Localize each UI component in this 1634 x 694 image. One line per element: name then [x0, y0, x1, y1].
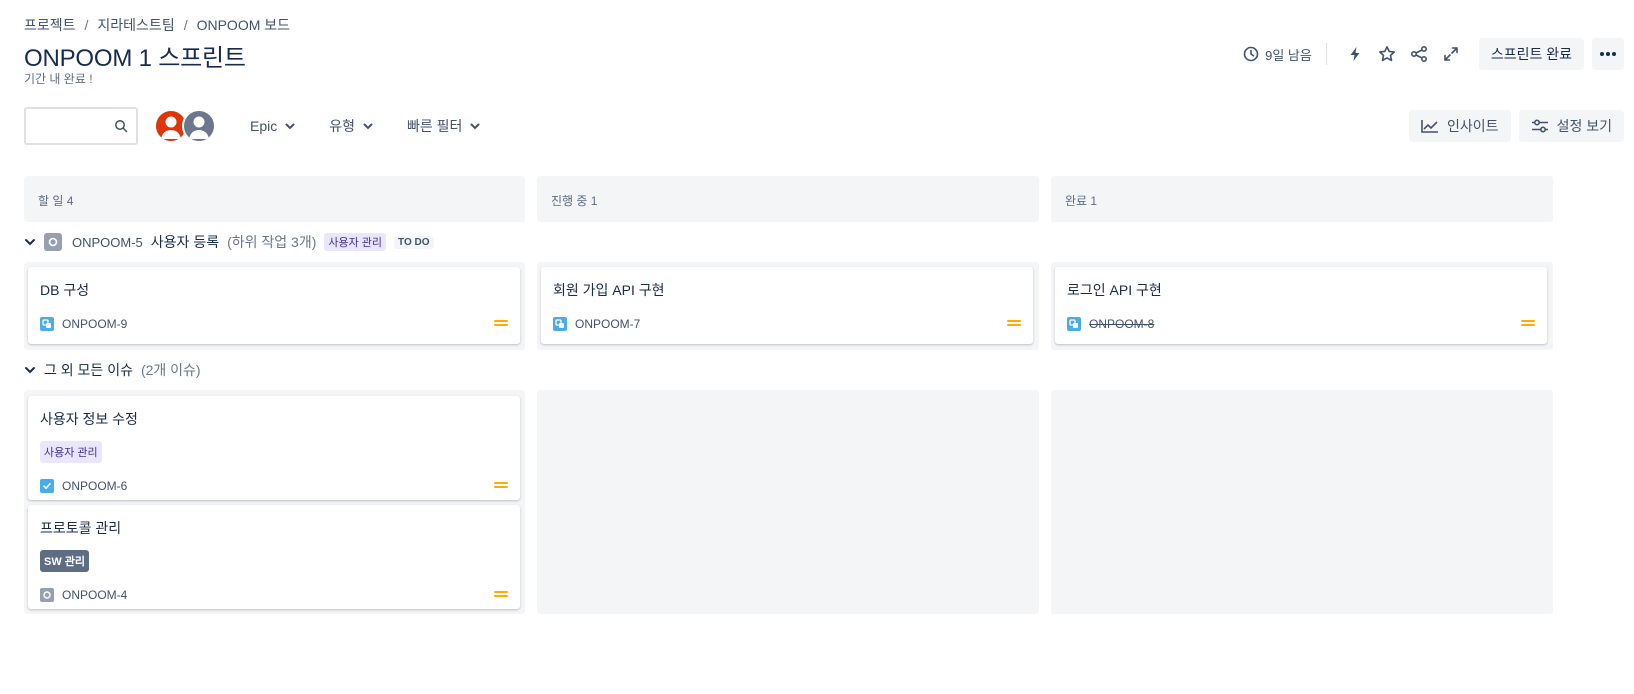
issue-key[interactable]: ONPOOM-9: [62, 317, 127, 331]
breadcrumb-team[interactable]: 지라테스트팀: [97, 15, 174, 35]
star-button[interactable]: [1371, 38, 1403, 70]
search-box: [24, 107, 138, 145]
card-footer: ONPOOM-8: [1067, 315, 1535, 333]
priority-medium-icon: [1007, 315, 1021, 333]
epic-label: 사용자 관리: [40, 441, 102, 463]
chevron-down-icon[interactable]: [24, 238, 40, 246]
epic-lozenge: 사용자 관리: [324, 233, 387, 251]
card-title: 사용자 정보 수정: [40, 411, 138, 427]
filter-epic[interactable]: Epic: [250, 118, 295, 134]
complete-sprint-button[interactable]: 스프린트 완료: [1478, 38, 1584, 70]
issue-card[interactable]: DB 구성 ONPOOM-9: [28, 267, 520, 344]
breadcrumb-separator: /: [84, 17, 89, 33]
clock-icon: [1243, 46, 1259, 62]
expand-icon: [1444, 47, 1458, 61]
status-badge: TO DO: [394, 235, 434, 249]
breadcrumb: 프로젝트 / 지라테스트팀 / ONPOOM 보드: [24, 15, 290, 35]
priority-medium-icon: [1521, 315, 1535, 333]
avatar[interactable]: [182, 109, 216, 143]
subtask-icon: [553, 317, 567, 331]
priority-medium-icon: [494, 315, 508, 333]
page-title: ONPOOM 1 스프린트: [24, 45, 246, 72]
share-icon: [1410, 45, 1427, 63]
epic-issue-icon: [44, 233, 62, 251]
share-button[interactable]: [1403, 38, 1435, 70]
sliders-icon: [1531, 119, 1548, 133]
breadcrumb-separator: /: [183, 17, 188, 33]
swimlane-key[interactable]: ONPOOM-5: [72, 235, 143, 250]
swimlane-header-epic[interactable]: ONPOOM-5 사용자 등록 (하위 작업 3개) 사용자 관리 TO DO: [24, 231, 442, 253]
toolbar-right: 인사이트 설정 보기: [1409, 110, 1624, 142]
filter-label: Epic: [250, 118, 278, 134]
swimlane-count: (하위 작업 3개): [227, 234, 317, 250]
more-button[interactable]: [1592, 38, 1624, 70]
subtask-icon: [1067, 317, 1081, 331]
filter-type[interactable]: 유형: [329, 116, 373, 136]
view-settings-label: 설정 보기: [1556, 118, 1612, 134]
filter-quick[interactable]: 빠른 필터: [407, 116, 480, 136]
epic-issue-icon: [40, 588, 54, 602]
chevron-down-icon: [363, 123, 373, 129]
column-header-in-progress: 진행 중 1: [537, 176, 1039, 222]
star-icon: [1378, 46, 1395, 62]
card-footer: ONPOOM-7: [553, 315, 1021, 333]
issue-key[interactable]: ONPOOM-7: [575, 317, 640, 331]
chevron-down-icon: [470, 123, 480, 129]
chart-line-icon: [1421, 120, 1439, 133]
priority-medium-icon: [494, 477, 508, 495]
chevron-down-icon: [285, 123, 295, 129]
card-title: 회원 가입 API 구현: [553, 282, 665, 298]
card-footer: ONPOOM-6: [40, 477, 508, 495]
filter-label: 유형: [329, 118, 355, 134]
card-title: 프로토콜 관리: [40, 520, 122, 536]
card-footer: ONPOOM-9: [40, 315, 508, 333]
more-icon: [1600, 52, 1616, 56]
issue-key[interactable]: ONPOOM-8: [1089, 317, 1154, 331]
issue-key[interactable]: ONPOOM-6: [62, 479, 127, 493]
header-actions: 9일 남음 스프린트 완료: [1243, 38, 1624, 70]
lightning-icon: [1350, 47, 1360, 61]
breadcrumb-board[interactable]: ONPOOM 보드: [197, 15, 290, 35]
time-remaining-text: 9일 남음: [1265, 47, 1312, 63]
filter-label: 빠른 필터: [407, 118, 463, 134]
column-header-todo: 할 일 4: [24, 176, 525, 222]
insight-button[interactable]: 인사이트: [1409, 110, 1511, 142]
insight-label: 인사이트: [1447, 118, 1499, 134]
issue-card[interactable]: 회원 가입 API 구현 ONPOOM-7: [541, 267, 1033, 344]
fullscreen-button[interactable]: [1435, 38, 1467, 70]
issue-card[interactable]: 프로토콜 관리 SW 관리 ONPOOM-4: [28, 505, 520, 609]
priority-medium-icon: [494, 586, 508, 604]
swimlane-title: 그 외 모든 이슈: [44, 362, 133, 378]
subtask-icon: [40, 317, 54, 331]
toolbar: Epic 유형 빠른 필터 인사이트 설정 보기: [24, 107, 1624, 145]
card-title: 로그인 API 구현: [1067, 282, 1162, 298]
user-icon: [189, 116, 209, 139]
time-remaining[interactable]: 9일 남음: [1243, 45, 1312, 64]
card-footer: ONPOOM-4: [40, 586, 508, 604]
issue-card[interactable]: 로그인 API 구현 ONPOOM-8: [1055, 267, 1547, 344]
divider: [1325, 43, 1327, 65]
swimlane-header-other[interactable]: 그 외 모든 이슈 (2개 이슈): [24, 359, 209, 381]
breadcrumb-projects[interactable]: 프로젝트: [24, 15, 76, 35]
swimlane-count: (2개 이슈): [140, 362, 201, 378]
issue-card[interactable]: 사용자 정보 수정 사용자 관리 ONPOOM-6: [28, 396, 520, 500]
sprint-goal: 기간 내 완료 !: [24, 72, 93, 86]
swimlane-cell: [537, 390, 1039, 614]
view-settings-button[interactable]: 설정 보기: [1518, 110, 1624, 142]
task-checkbox-icon: [40, 479, 54, 493]
issue-key[interactable]: ONPOOM-4: [62, 588, 127, 602]
swimlane-cell: [1051, 390, 1553, 614]
avatar-group: [154, 109, 216, 143]
epic-label: SW 관리: [40, 550, 90, 572]
card-title: DB 구성: [40, 282, 90, 298]
search-icon: [115, 120, 128, 133]
chevron-down-icon[interactable]: [24, 366, 40, 374]
swimlane-title: 사용자 등록: [150, 234, 220, 250]
automation-button[interactable]: [1339, 38, 1371, 70]
column-header-done: 완료 1: [1051, 176, 1553, 222]
